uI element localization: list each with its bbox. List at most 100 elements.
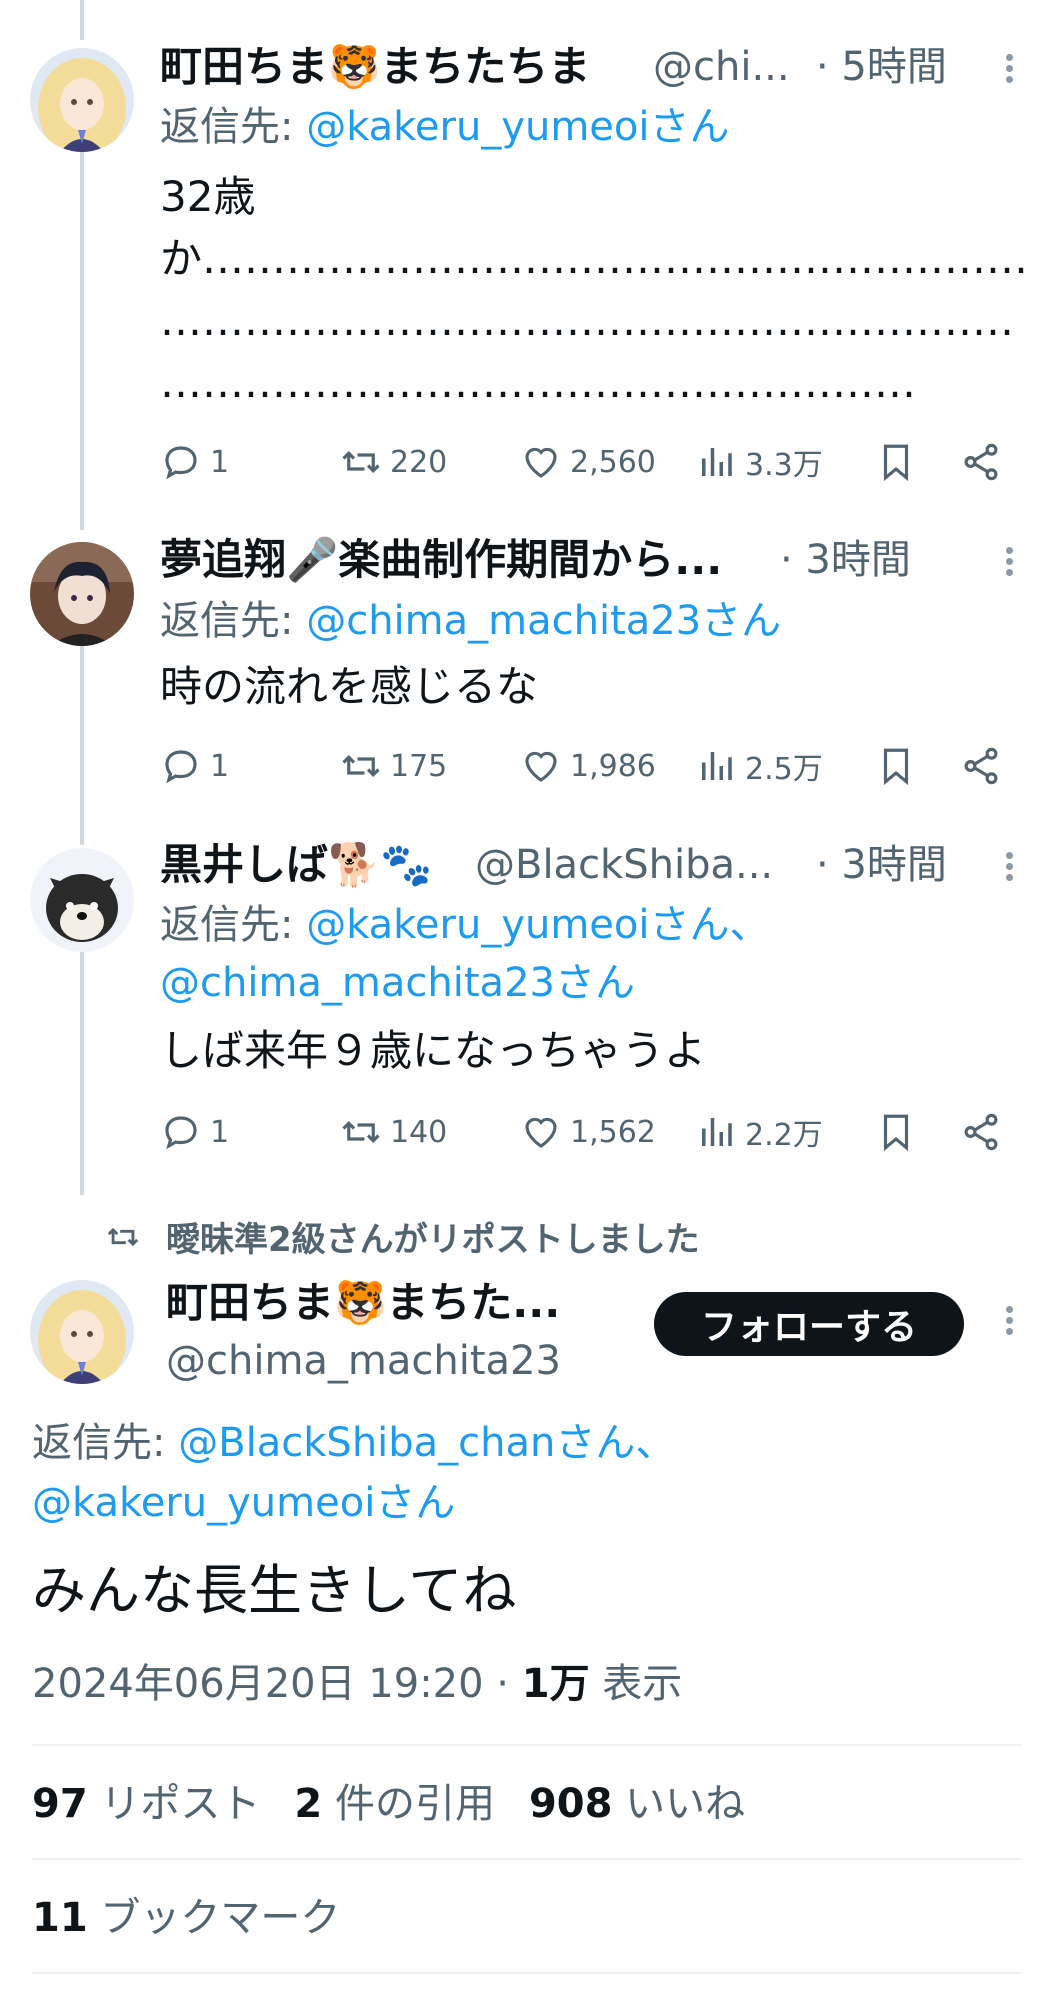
- analytics-icon: [702, 448, 732, 476]
- bookmark-icon: [883, 1114, 909, 1152]
- repost-icon: [107, 1227, 139, 1246]
- reply-icon: [165, 1116, 197, 1150]
- tweet-timestamp[interactable]: · 3時間: [780, 535, 911, 585]
- reply-count: 1: [210, 748, 230, 784]
- reply-prefix: 返信先:: [32, 1420, 179, 1466]
- thread-line: [80, 150, 84, 530]
- views-count: 2.5万: [745, 752, 823, 787]
- more-options-icon[interactable]: [999, 543, 1019, 587]
- tweet-text-line: ………………………………………………: [160, 358, 916, 407]
- tweet-text: しば来年９歳になっちゃうよ: [160, 1020, 706, 1082]
- tweet-author-handle[interactable]: @chi...: [653, 42, 790, 92]
- reply-to-link[interactable]: @chima_machita23さん: [306, 598, 781, 644]
- divider: [32, 1744, 1022, 1746]
- thread-line: [80, 0, 84, 40]
- reply-icon: [165, 750, 197, 784]
- main-tweet-text: みんな長生きしてね: [32, 1559, 517, 1622]
- reply-button[interactable]: 1: [160, 432, 229, 492]
- tweet-author-name[interactable]: 夢追翔🎤楽曲制作期間から...: [160, 535, 722, 585]
- repost-button[interactable]: 175: [340, 736, 447, 796]
- repost-count: 220: [390, 444, 448, 480]
- quotes-label: 件の引用: [322, 1781, 495, 1827]
- repost-icon: [342, 755, 380, 777]
- avatar[interactable]: [30, 48, 134, 152]
- tweet-actions: 1 220 2,560 3.3万: [160, 432, 1010, 492]
- repost-context[interactable]: 曖昧準2級さんがリポストしました: [106, 1212, 700, 1261]
- engagement-stats: 97 リポスト 2 件の引用 908 いいね: [32, 1776, 745, 1832]
- tweet-actions: 1 140 1,562 2.2万: [160, 1102, 1010, 1162]
- reposts-stat[interactable]: 97 リポスト: [32, 1781, 260, 1827]
- avatar[interactable]: [30, 848, 134, 952]
- repost-count: 140: [390, 1114, 448, 1150]
- bookmarks-stat[interactable]: 11 ブックマーク: [32, 1890, 340, 1946]
- avatar[interactable]: [30, 1280, 134, 1384]
- bookmark-button[interactable]: [875, 1102, 925, 1162]
- analytics-icon: [702, 1118, 732, 1146]
- tweet-text-line: ………………………………………………………………: [160, 296, 1015, 345]
- like-button[interactable]: 1,562: [520, 1102, 656, 1162]
- reply-to-line: 返信先: @BlackShiba_chanさん、: [32, 1414, 675, 1472]
- likes-stat[interactable]: 908 いいね: [529, 1781, 745, 1827]
- share-button[interactable]: [960, 736, 1010, 796]
- repost-button[interactable]: 140: [340, 1102, 447, 1162]
- reply-to-link[interactable]: @kakeru_yumeoiさん: [306, 104, 729, 150]
- views-label: 表示: [589, 1661, 683, 1707]
- more-options-icon[interactable]: [999, 1302, 1019, 1346]
- tweet-text-line: しば来年９歳になっちゃうよ: [160, 1026, 707, 1075]
- repost-button[interactable]: 220: [340, 432, 447, 492]
- reply-to-link[interactable]: @chima_machita23さん: [160, 954, 635, 1012]
- bookmark-button[interactable]: [875, 736, 925, 796]
- reply-to-link[interactable]: @kakeru_yumeoiさん: [32, 1474, 455, 1532]
- more-options-icon[interactable]: [999, 848, 1019, 892]
- thread-line: [80, 945, 84, 1195]
- bookmark-icon: [883, 748, 909, 786]
- tweet-author-name[interactable]: 黒井しば🐕🐾: [160, 840, 433, 890]
- likes-count: 908: [528, 1781, 613, 1827]
- repost-icon: [342, 451, 380, 473]
- reply-count: 1: [210, 444, 230, 480]
- reply-prefix: 返信先:: [160, 598, 307, 644]
- reply-to-link[interactable]: @BlackShiba_chanさん、: [178, 1420, 675, 1466]
- reply-to-link[interactable]: @kakeru_yumeoiさん、: [306, 902, 769, 948]
- avatar[interactable]: [30, 542, 134, 646]
- tweet-author-handle[interactable]: @BlackShiba...: [475, 840, 773, 890]
- tweet-timestamp[interactable]: · 5時間: [816, 42, 947, 92]
- quotes-stat[interactable]: 2 件の引用: [294, 1781, 495, 1827]
- bookmarks-count: 11: [32, 1895, 88, 1941]
- share-button[interactable]: [960, 432, 1010, 492]
- bookmark-button[interactable]: [875, 432, 925, 492]
- like-count: 1,986: [570, 748, 656, 784]
- main-author-name[interactable]: 町田ちま🐯まちた...: [166, 1278, 560, 1328]
- main-author-handle[interactable]: @chima_machita23: [166, 1336, 561, 1386]
- repost-context-text: 曖昧準2級さんがリポストしました: [166, 1220, 700, 1260]
- views-button[interactable]: 2.2万: [695, 1102, 823, 1162]
- main-tweet-meta: 2024年06月20日 19:20 · 1万 表示: [32, 1656, 682, 1712]
- like-count: 1,562: [570, 1114, 656, 1150]
- repost-count: 175: [390, 748, 448, 784]
- reply-button[interactable]: 1: [160, 1102, 229, 1162]
- quotes-count: 2: [294, 1781, 323, 1827]
- tweet-timestamp[interactable]: · 3時間: [816, 840, 947, 890]
- reply-to-line: 返信先: @chima_machita23さん: [160, 592, 781, 650]
- views-count: 1万: [521, 1661, 590, 1707]
- reply-button[interactable]: 1: [160, 736, 229, 796]
- tweet-text: 32歳 か…………………………………………………… ………………………………………: [160, 166, 1030, 414]
- follow-button[interactable]: フォローする: [654, 1292, 964, 1356]
- analytics-icon: [702, 752, 732, 780]
- like-button[interactable]: 2,560: [520, 432, 656, 492]
- heart-icon: [525, 751, 557, 782]
- heart-icon: [525, 447, 557, 478]
- share-icon: [964, 1113, 998, 1151]
- like-button[interactable]: 1,986: [520, 736, 656, 796]
- share-icon: [964, 443, 998, 481]
- views-count: 3.3万: [745, 448, 823, 483]
- share-button[interactable]: [960, 1102, 1010, 1162]
- more-options-icon[interactable]: [999, 50, 1019, 94]
- tweet-datetime[interactable]: 2024年06月20日 19:20 ·: [32, 1661, 522, 1707]
- tweet-author-name[interactable]: 町田ちま🐯まちたちま: [160, 42, 590, 92]
- reposts-label: リポスト: [87, 1781, 261, 1827]
- views-button[interactable]: 2.5万: [695, 736, 823, 796]
- views-button[interactable]: 3.3万: [695, 432, 823, 492]
- views-count: 2.2万: [745, 1118, 823, 1153]
- thread-line: [80, 645, 84, 845]
